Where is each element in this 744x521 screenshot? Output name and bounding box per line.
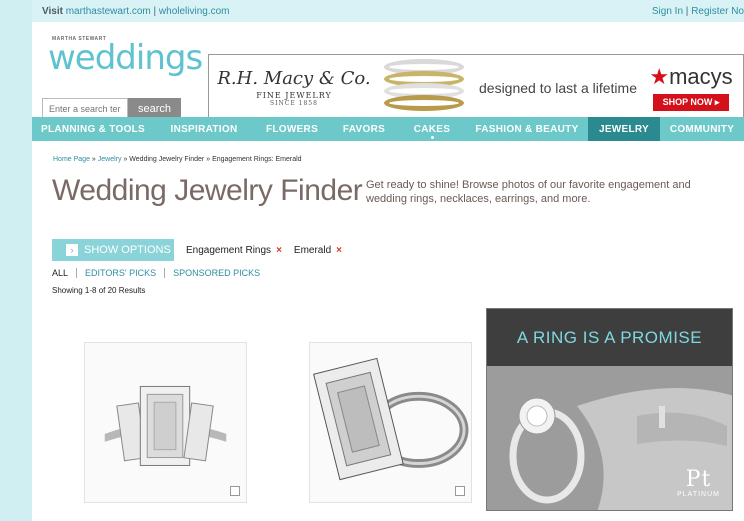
nav-jewelry[interactable]: JEWELRY [588,117,660,141]
macys-wordmark: macys [669,64,733,89]
platinum-ad[interactable]: A RING IS A PROMISE Pt PLATINUM [486,308,733,511]
visit-label: Visit [42,5,63,17]
platinum-logo: Pt PLATINUM [677,467,720,499]
account-separator: | [683,5,692,17]
header: MARTHA STEWART weddings search R.H. Macy… [32,22,744,121]
breadcrumb-jewelry[interactable]: Jewelry [98,156,122,163]
close-icon[interactable]: × [336,245,342,256]
page: Visit marthastewart.com | wholeliving.co… [32,0,744,521]
fine-jewelry-label: FINE JEWELRY [256,91,332,100]
filter-chip-engagement-rings: Engagement Rings × [186,244,282,256]
since-label: SINCE 1858 [270,100,318,107]
product-card[interactable] [84,342,247,503]
marthastewart-link[interactable]: marthastewart.com [66,6,151,17]
filter-bar: › SHOW OPTIONS Engagement Rings × Emeral… [52,239,342,261]
ad-tagline: designed to last a lifetime [479,79,637,96]
macys-ad-banner[interactable]: R.H. Macy & Co. FINE JEWELRY SINCE 1858 … [208,54,744,121]
macys-fine-jewelry: R.H. Macy & Co. FINE JEWELRY SINCE 1858 [209,68,379,107]
breadcrumb-finder: Wedding Jewelry Finder [129,156,205,163]
macys-brand: ★macys SHOP NOW ▸ [639,64,743,111]
macys-logo: ★macys [639,64,743,90]
site-logo[interactable]: weddings [48,38,203,78]
page-title: Wedding Jewelry Finder [52,174,363,207]
nav-fashion-beauty[interactable]: FASHION & BEAUTY [466,117,588,141]
visit-separator: | [150,5,159,17]
zoom-icon[interactable] [230,486,240,496]
nav-community[interactable]: COMMUNITY [660,117,744,141]
nav-favors[interactable]: FAVORS [330,117,398,141]
platinum-logo-text: PLATINUM [677,491,720,498]
picks-tabs: ALL EDITORS' PICKS SPONSORED PICKS [52,268,268,278]
macys-script-logo: R.H. Macy & Co. [217,68,371,89]
chevron-right-icon: › [66,244,78,256]
shop-now-button[interactable]: SHOP NOW ▸ [652,94,730,111]
visit-links: Visit marthastewart.com | wholeliving.co… [42,6,230,17]
breadcrumb: Home Page » Jewelry » Wedding Jewelry Fi… [53,156,302,163]
platinum-logo-mark: Pt [685,467,712,492]
ring-image [85,343,246,502]
account-links: Sign In | Register No [652,6,744,17]
filter-chip-emerald: Emerald × [293,244,342,256]
nav-planning-tools[interactable]: PLANNING & TOOLS [32,117,154,141]
rings-image [379,55,469,120]
main-nav: PLANNING & TOOLS INSPIRATION FLOWERS FAV… [32,117,744,141]
tab-all[interactable]: ALL [52,268,76,278]
show-options-button[interactable]: › SHOW OPTIONS [52,239,174,261]
tab-sponsored-picks[interactable]: SPONSORED PICKS [164,268,268,278]
wholeliving-link[interactable]: wholeliving.com [159,6,230,17]
product-card[interactable] [309,342,472,503]
register-link[interactable]: Register No [691,6,744,17]
breadcrumb-home[interactable]: Home Page [53,156,90,163]
nav-flowers[interactable]: FLOWERS [254,117,330,141]
sign-in-link[interactable]: Sign In [652,6,683,17]
close-icon[interactable]: × [276,245,282,256]
page-tagline: Get ready to shine! Browse photos of our… [366,179,691,205]
top-bar: Visit marthastewart.com | wholeliving.co… [32,0,744,22]
breadcrumb-current: Engagement Rings: Emerald [212,156,302,163]
tab-editors-picks[interactable]: EDITORS' PICKS [76,268,164,278]
zoom-icon[interactable] [455,486,465,496]
nav-inspiration[interactable]: INSPIRATION [154,117,254,141]
ring-image [310,343,471,502]
star-icon: ★ [649,64,670,89]
nav-cakes[interactable]: CAKES [398,117,466,141]
nav-hover-dot [431,136,434,139]
show-options-label: SHOW OPTIONS [84,244,171,256]
promo-headline: A RING IS A PROMISE [487,309,732,366]
results-count: Showing 1-8 of 20 Results [52,286,146,295]
